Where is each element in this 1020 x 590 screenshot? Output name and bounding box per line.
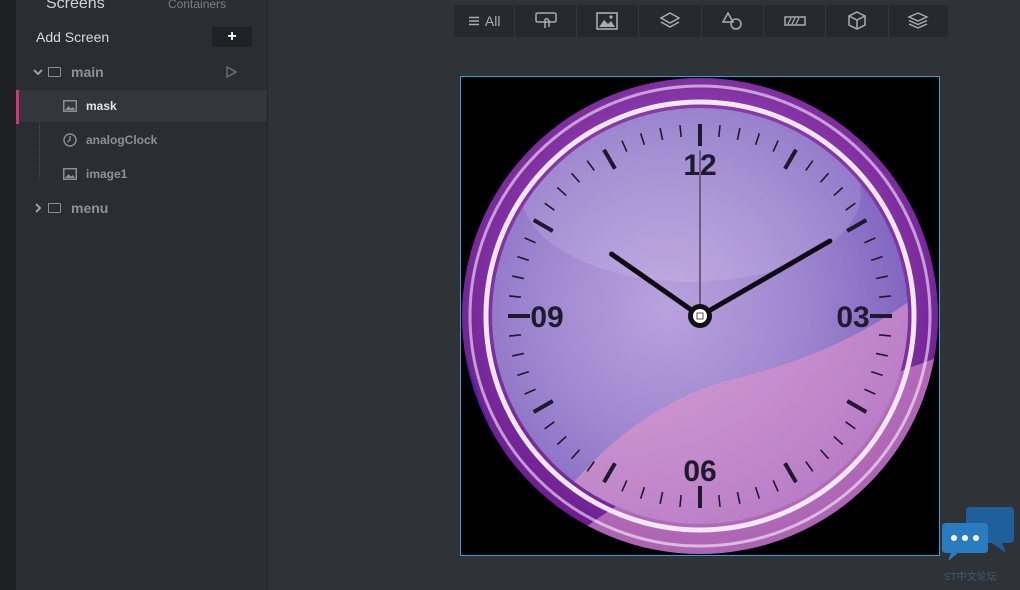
- shapes-icon: [721, 11, 742, 30]
- selection-indicator: [16, 90, 19, 124]
- cube-icon: [848, 11, 866, 30]
- left-edge-strip: [0, 0, 16, 590]
- add-screen-label: Add Screen: [36, 29, 110, 45]
- screens-sidebar: Screens Containers Add Screen + main mas…: [16, 0, 268, 590]
- tree-item-label: menu: [71, 200, 109, 216]
- analog-clock-widget[interactable]: 12 03 06 09: [461, 77, 939, 555]
- image-icon: [63, 168, 77, 180]
- sidebar-tabs: Screens Containers: [16, 0, 267, 15]
- tree-child-analogclock[interactable]: analogClock: [16, 124, 267, 156]
- tree-child-label: image1: [86, 167, 128, 181]
- tree-child-image1[interactable]: image1: [16, 158, 267, 190]
- list-icon: [468, 16, 479, 26]
- add-screen-row: Add Screen +: [16, 27, 267, 49]
- chevron-down-icon[interactable]: [32, 66, 44, 78]
- tree-child-label: mask: [86, 99, 117, 113]
- image-icon: [63, 100, 77, 112]
- screen-icon: [48, 203, 61, 213]
- watermark-text: ST中文论坛: [944, 572, 997, 583]
- tab-screens[interactable]: Screens: [46, 0, 105, 13]
- filter-image-button[interactable]: [577, 5, 640, 37]
- numeral-06: 06: [683, 455, 716, 488]
- numeral-03: 03: [836, 301, 869, 334]
- filter-layers-button[interactable]: [639, 5, 702, 37]
- screen-icon: [48, 67, 61, 77]
- filter-progress-button[interactable]: [764, 5, 827, 37]
- filter-all-label: All: [484, 13, 501, 29]
- layers-icon: [659, 12, 681, 28]
- chevron-right-icon[interactable]: [32, 202, 44, 214]
- tree-child-label: analogClock: [86, 133, 158, 147]
- filter-shapes-button[interactable]: [702, 5, 764, 37]
- tree-item-menu[interactable]: menu: [16, 194, 267, 224]
- stack-icon: [907, 12, 930, 29]
- progress-icon: [783, 16, 806, 26]
- chat-bubble-icon[interactable]: [940, 505, 1015, 565]
- touch-icon: [534, 12, 557, 28]
- filter-3d-button[interactable]: [826, 5, 889, 37]
- tree-child-mask[interactable]: mask: [16, 90, 267, 124]
- tab-containers[interactable]: Containers: [168, 0, 226, 11]
- play-icon[interactable]: [225, 66, 237, 78]
- numeral-09: 09: [530, 301, 563, 334]
- filter-containers-button[interactable]: [889, 5, 948, 37]
- filter-touch-button[interactable]: [515, 5, 577, 37]
- screen-canvas[interactable]: 12 03 06 09: [460, 76, 940, 556]
- tree-item-label: main: [71, 64, 104, 80]
- filter-all-button[interactable]: All: [454, 5, 516, 37]
- clock-icon: [63, 133, 77, 147]
- widget-toolbar: All: [454, 5, 948, 37]
- tree-item-main[interactable]: main: [16, 58, 267, 88]
- add-screen-button[interactable]: +: [212, 27, 252, 47]
- image-icon: [596, 12, 619, 30]
- clock-center-cap: [688, 304, 712, 328]
